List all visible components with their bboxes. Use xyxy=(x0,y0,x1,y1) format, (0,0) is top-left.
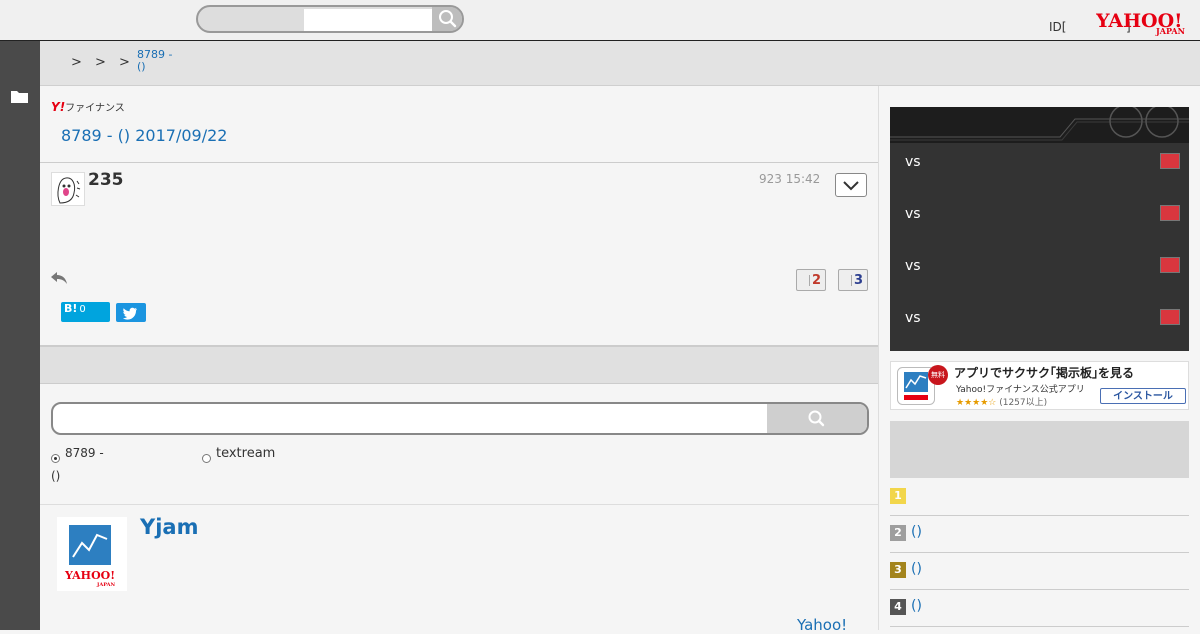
radio-board-label: 8789 - xyxy=(65,446,104,460)
breadcrumb-separator: > xyxy=(71,55,82,70)
folder-icon[interactable] xyxy=(11,88,28,107)
section-band xyxy=(40,345,878,384)
sports-scores-widget[interactable]: vs vs vs vs xyxy=(890,107,1189,351)
rank-label: () xyxy=(911,524,922,540)
match-vs: vs xyxy=(905,310,921,326)
dislike-count: 3 xyxy=(853,273,863,288)
radio-textream[interactable] xyxy=(202,448,211,467)
divider xyxy=(40,504,878,505)
match-row[interactable]: vs xyxy=(890,195,1189,247)
radio-board-label-sub: () xyxy=(51,469,61,483)
yjam-link[interactable]: Yahoo! xyxy=(797,616,847,634)
board-title[interactable]: 8789 - () 2017/09/22 xyxy=(61,126,227,145)
yjam-title[interactable]: Yjam xyxy=(140,515,198,539)
ranking-item[interactable]: 2 () xyxy=(890,516,1189,553)
radio-board[interactable] xyxy=(51,448,60,467)
header-search xyxy=(196,5,464,33)
breadcrumb-current-line1: 8789 - xyxy=(137,48,173,61)
yahoo-japan-logo[interactable]: YAHOO! JAPAN xyxy=(1095,10,1188,40)
team-flag-icon xyxy=(1160,309,1180,325)
twitter-icon xyxy=(122,307,137,320)
rank-badge: 4 xyxy=(890,599,906,615)
board-search-input[interactable] xyxy=(59,408,763,432)
like-count: 2 xyxy=(811,273,821,288)
chevron-down-icon xyxy=(843,181,859,191)
reply-icon[interactable] xyxy=(50,270,68,290)
star-rating-icon: ★★★★☆ xyxy=(956,398,997,408)
divider xyxy=(40,162,878,163)
ranking-item[interactable]: 3 () xyxy=(890,553,1189,590)
rank-badge: 1 xyxy=(890,488,906,504)
app-ad-rating: ★★★★☆ (1257以上) xyxy=(956,395,1047,408)
post-menu-button[interactable] xyxy=(835,173,867,197)
install-button[interactable]: インストール xyxy=(1100,388,1186,404)
finance-logo[interactable]: Y!ファイナンス xyxy=(51,99,125,114)
breadcrumb-current-line2: () xyxy=(137,60,146,73)
board-search-button[interactable] xyxy=(767,404,867,433)
finance-logo-mark: Y! xyxy=(51,100,66,114)
post-number: 235 xyxy=(88,170,124,190)
search-icon xyxy=(439,10,457,28)
sports-widget-header xyxy=(890,107,1189,143)
yjam-app-logo[interactable]: YAHOO! JAPAN xyxy=(57,517,127,591)
board-search xyxy=(51,402,869,435)
id-link[interactable]: ID[ xyxy=(1049,20,1066,34)
finance-logo-text: ファイナンス xyxy=(65,103,125,114)
dislike-button[interactable]: 3 xyxy=(838,269,868,291)
twitter-share-button[interactable] xyxy=(116,303,146,322)
ranking-item[interactable]: 1 xyxy=(890,479,1189,516)
ranking-item[interactable]: 4 () xyxy=(890,590,1189,627)
ranking-header xyxy=(890,421,1189,478)
yjam-logo-text: YAHOO! xyxy=(64,569,115,582)
left-rail xyxy=(0,41,40,630)
rank-label: () xyxy=(911,598,922,614)
hatena-icon: B! xyxy=(64,302,78,315)
yahoo-logo-sub: JAPAN xyxy=(1155,26,1185,36)
breadcrumb: > > > 8789 - () xyxy=(40,41,1200,86)
app-ad-title: アプリでサクサク｢掲示板｣を見る xyxy=(954,366,1135,380)
team-flag-icon xyxy=(1160,257,1180,273)
breadcrumb-separator: > xyxy=(95,55,106,70)
app-ad-subtitle: Yahoo!ファイナンス公式アプリ xyxy=(956,385,1085,395)
match-row[interactable]: vs xyxy=(890,143,1189,195)
match-vs: vs xyxy=(905,258,921,274)
breadcrumb-separator: > xyxy=(119,55,130,70)
app-ad-banner[interactable]: 無料 アプリでサクサク｢掲示板｣を見る Yahoo!ファイナンス公式アプリ ★★… xyxy=(890,361,1189,410)
app-ad-review-count: (1257以上) xyxy=(999,398,1048,408)
match-row[interactable]: vs xyxy=(890,299,1189,351)
rank-label: () xyxy=(911,561,922,577)
team-flag-icon xyxy=(1160,153,1180,169)
avatar[interactable] xyxy=(51,172,85,206)
radio-textream-label: textream xyxy=(216,446,276,461)
top-bar xyxy=(0,0,1200,41)
match-row[interactable]: vs xyxy=(890,247,1189,299)
post-date: 923 15:42 xyxy=(759,172,821,186)
rank-badge: 3 xyxy=(890,562,906,578)
rank-badge: 2 xyxy=(890,525,906,541)
team-flag-icon xyxy=(1160,205,1180,221)
match-vs: vs xyxy=(905,154,921,170)
hatena-bookmark-button[interactable]: B! 0 xyxy=(61,302,110,322)
like-button[interactable]: 2 xyxy=(796,269,826,291)
search-icon xyxy=(808,410,825,427)
yjam-logo-sub: JAPAN xyxy=(96,582,116,588)
hatena-count: 0 xyxy=(79,304,86,315)
header-search-button[interactable] xyxy=(432,7,462,31)
match-vs: vs xyxy=(905,206,921,222)
breadcrumb-current[interactable]: 8789 - () xyxy=(137,49,197,73)
header-search-input[interactable] xyxy=(304,9,436,31)
free-badge: 無料 xyxy=(928,365,948,385)
